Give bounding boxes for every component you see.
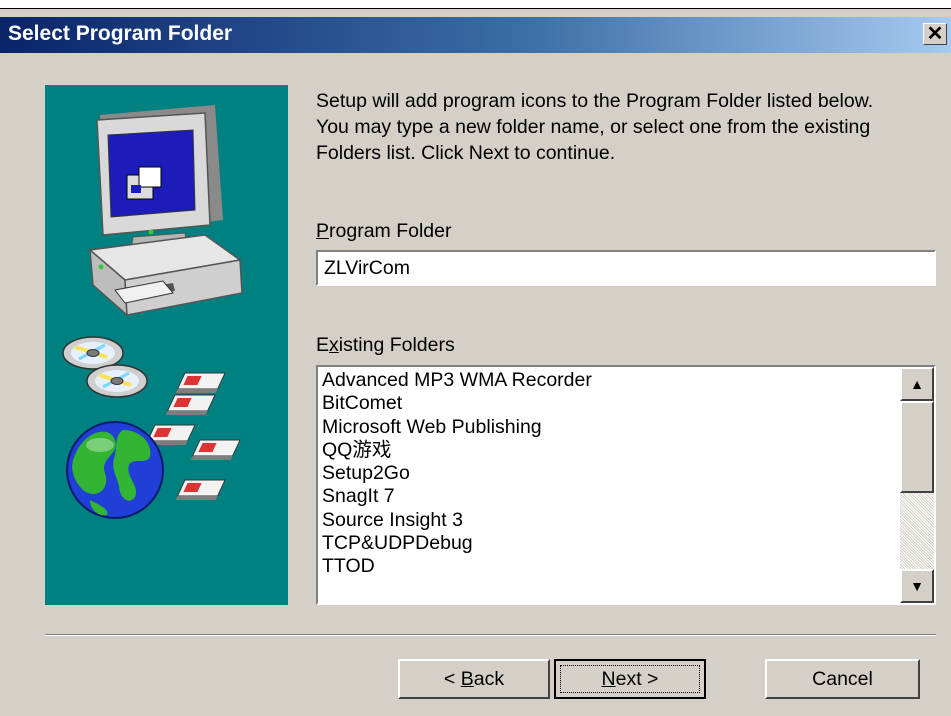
scrollbar-thumb[interactable]: [900, 401, 934, 493]
window-top-edge: [0, 0, 951, 9]
back-button-rest: ack: [473, 667, 505, 690]
existing-folders-label: Existing Folders: [316, 334, 455, 357]
close-button[interactable]: ✕: [923, 23, 947, 45]
existing-folders-list[interactable]: Advanced MP3 WMA Recorder BitComet Micro…: [316, 365, 936, 605]
cd-icon: [62, 336, 148, 398]
scroll-down-button[interactable]: ▼: [900, 569, 934, 603]
existing-folders-label-mnemonic: x: [329, 334, 339, 356]
next-button[interactable]: Next >: [554, 659, 706, 699]
folder-item-tcp-udp-debug[interactable]: TCP&UDPDebug: [322, 532, 898, 555]
close-icon: ✕: [926, 23, 944, 45]
folder-item-setup2go[interactable]: Setup2Go: [322, 462, 898, 485]
instructions-line: Setup will add program icons to the Prog…: [316, 90, 874, 112]
dialog-title: Select Program Folder: [8, 22, 233, 45]
existing-folders-label-start: E: [316, 334, 330, 356]
back-button-prefix: <: [443, 667, 461, 690]
existing-folders-label-rest: isting Folders: [338, 334, 455, 356]
program-folder-input[interactable]: [316, 250, 936, 286]
title-bar[interactable]: Select Program Folder ✕: [0, 17, 951, 53]
arrow-up-icon: ▲: [910, 376, 924, 392]
folder-item-microsoft-web-publishing[interactable]: Microsoft Web Publishing: [322, 416, 898, 439]
instructions-line: You may type a new folder name, or selec…: [316, 116, 871, 138]
instructions-line: Folders list. Click Next to continue.: [316, 142, 616, 164]
arrow-down-icon: ▼: [910, 578, 924, 594]
folder-item-qq-games[interactable]: QQ游戏: [322, 439, 898, 462]
folder-item-snagit-7[interactable]: SnagIt 7: [322, 485, 898, 508]
existing-folders-items: Advanced MP3 WMA Recorder BitComet Micro…: [322, 369, 898, 603]
vertical-scrollbar[interactable]: ▲ ▼: [900, 367, 934, 603]
focus-ring: [560, 665, 700, 693]
program-folder-label-mnemonic: P: [316, 220, 330, 242]
setup-illustration-panel: [45, 85, 288, 605]
scroll-up-button[interactable]: ▲: [900, 367, 934, 401]
select-program-folder-dialog: Select Program Folder ✕ Setup will add p…: [0, 0, 951, 716]
cancel-button[interactable]: Cancel: [765, 659, 920, 699]
folder-item-ttod[interactable]: TTOD: [322, 555, 898, 578]
computer-icon: [88, 105, 243, 317]
button-separator: [45, 634, 936, 636]
back-button-mnemonic: B: [460, 667, 474, 690]
program-folder-label: Program Folder: [316, 220, 451, 243]
globe-icon: [66, 421, 164, 519]
program-folder-label-rest: rogram Folder: [329, 220, 452, 242]
folder-item-bitcomet[interactable]: BitComet: [322, 392, 898, 415]
instructions-text: Setup will add program icons to the Prog…: [316, 88, 936, 166]
back-button[interactable]: < Back: [398, 659, 550, 699]
folder-item-advanced-mp3-wma-recorder[interactable]: Advanced MP3 WMA Recorder: [322, 369, 898, 392]
folder-item-source-insight-3[interactable]: Source Insight 3: [322, 509, 898, 532]
